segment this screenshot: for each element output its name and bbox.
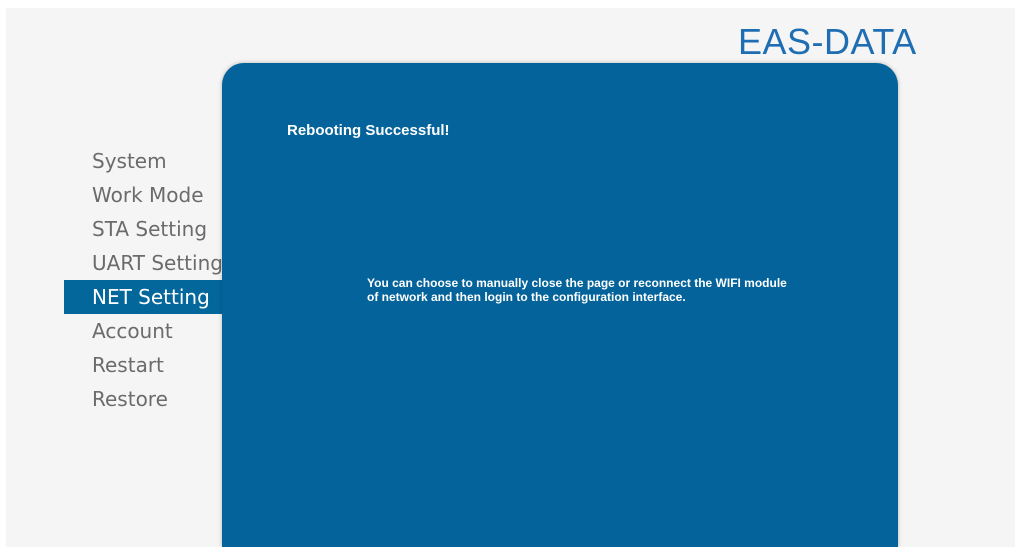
sidebar-item-uart-setting[interactable]: UART Setting xyxy=(64,246,222,280)
sidebar-item-restart[interactable]: Restart xyxy=(64,348,222,382)
reboot-instructions: You can choose to manually close the pag… xyxy=(367,276,787,304)
sidebar-item-restore[interactable]: Restore xyxy=(64,382,222,416)
sidebar-item-system[interactable]: System xyxy=(64,144,222,178)
sidebar-item-account[interactable]: Account xyxy=(64,314,222,348)
brand-logo: EAS-DATA xyxy=(738,21,917,62)
content-panel: Rebooting Successful! You can choose to … xyxy=(222,63,898,547)
sidebar-item-work-mode[interactable]: Work Mode xyxy=(64,178,222,212)
sidebar-item-sta-setting[interactable]: STA Setting xyxy=(64,212,222,246)
reboot-status-title: Rebooting Successful! xyxy=(287,122,450,139)
sidebar-item-net-setting[interactable]: NET Setting xyxy=(64,280,222,314)
sidebar-nav: System Work Mode STA Setting UART Settin… xyxy=(64,144,222,416)
